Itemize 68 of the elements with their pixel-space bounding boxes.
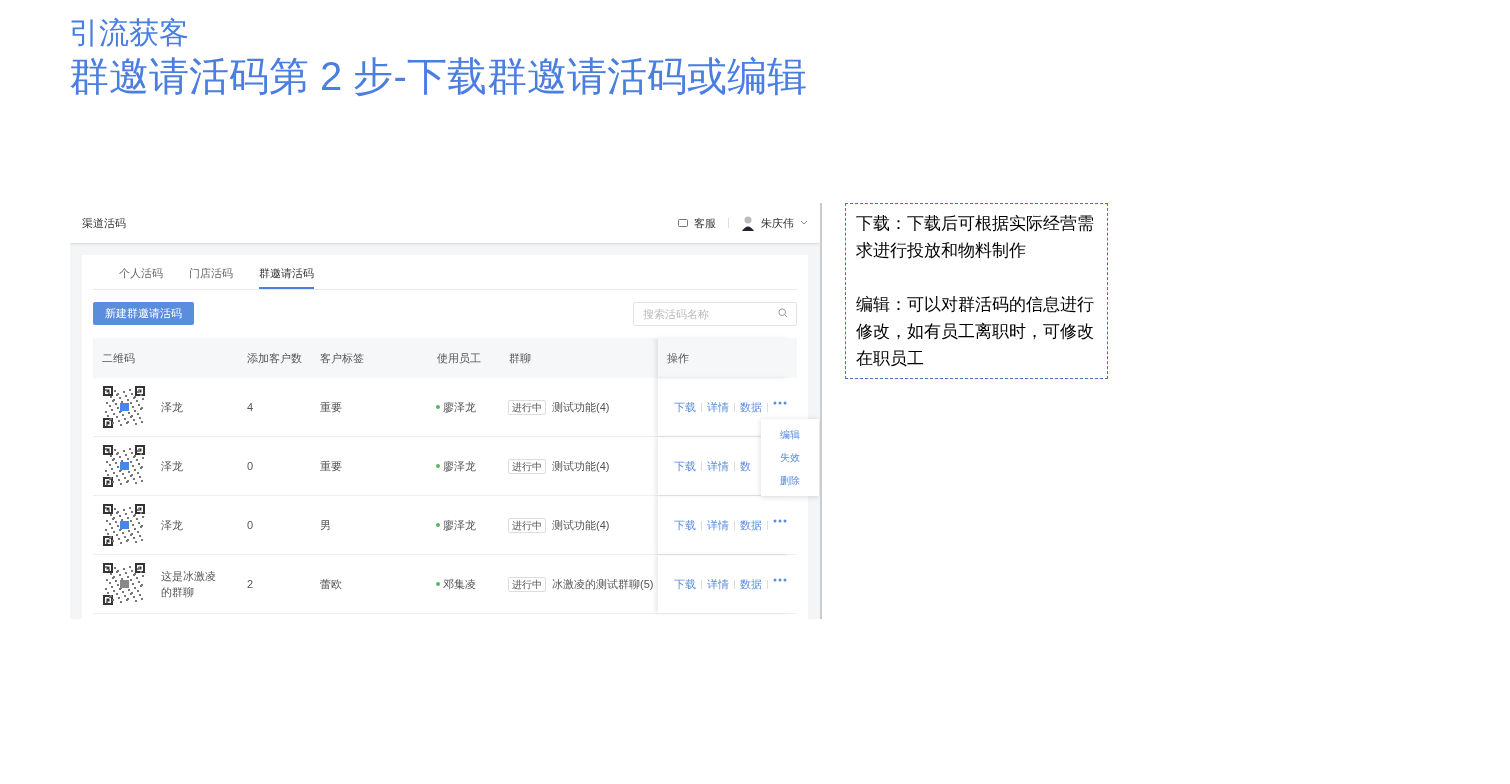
message-icon (678, 219, 688, 227)
search-icon (778, 308, 788, 318)
more-icon[interactable] (773, 578, 787, 582)
action-link[interactable]: 下载 (674, 398, 696, 416)
table-cell-text: 0 (246, 517, 255, 533)
note-text: 下载：下载后可根据实际经营需求进行投放和物料制作 (856, 213, 1095, 262)
note-text: 编辑：可以对群活码的信息进行修改，如有员工离职时，可修改在职员工 (856, 294, 1095, 370)
more-icon[interactable] (773, 401, 787, 405)
status-tag: 进行中 (508, 517, 546, 533)
table-cell-text: 0 (246, 458, 255, 474)
action-link[interactable]: 数据 (740, 575, 762, 593)
column-header: 群聊 (508, 350, 532, 366)
qr-code (103, 563, 145, 605)
action-link[interactable]: 详情 (707, 575, 729, 593)
table-cell-text: 泽龙 (161, 400, 184, 415)
table-cell-text: 邓集凌 (443, 576, 476, 592)
qr-code (103, 504, 145, 546)
action-link[interactable]: 详情 (707, 398, 729, 416)
table-cell-text: 廖泽龙 (443, 458, 476, 474)
table-cell-text: 廖泽龙 (443, 399, 476, 415)
column-header: 使用员工 (436, 350, 482, 366)
action-link[interactable]: 详情 (707, 516, 729, 534)
column-header: 添加客户数 (246, 350, 303, 366)
table-cell-text: 蕾欧 (319, 576, 343, 592)
status-tag: 进行中 (508, 458, 546, 474)
column-header: 二维码 (101, 350, 136, 366)
status-tag: 进行中 (508, 399, 546, 415)
support-link[interactable]: 客服 (694, 214, 716, 232)
table-cell-text: 重要 (319, 458, 343, 474)
search-field[interactable]: 搜索活码名称 (633, 302, 797, 326)
table-cell-text: 泽龙 (161, 518, 184, 533)
action-link[interactable]: 下载 (674, 575, 696, 593)
qr-code (103, 445, 145, 487)
new-button[interactable]: 新建群邀请活码 (93, 302, 194, 325)
table-cell-text: 男 (319, 517, 332, 533)
action-link[interactable]: 数据 (740, 516, 762, 534)
page-title: 渠道活码 (82, 215, 126, 231)
section-title: 引流获客 (69, 15, 190, 51)
table-cell-text: 冰激凌的测试群聊(5) (552, 576, 654, 592)
status-tag: 进行中 (508, 576, 546, 592)
slide-title: 群邀请活码第 2 步-下载群邀请活码或编辑 (69, 53, 808, 100)
chevron-down-icon (800, 220, 808, 226)
action-link[interactable]: 下载 (674, 516, 696, 534)
table-cell-text: 测试功能(4) (552, 517, 610, 533)
action-link[interactable]: 详情 (707, 457, 729, 475)
action-link[interactable]: 数据 (740, 398, 762, 416)
menu-item[interactable]: 删除 (780, 469, 800, 492)
menu-item[interactable]: 编辑 (780, 423, 800, 446)
table-cell-text: 重要 (319, 399, 343, 415)
qr-code (103, 386, 145, 428)
action-link[interactable]: 数 (740, 457, 751, 475)
more-icon[interactable] (773, 519, 787, 523)
avatar-icon (741, 215, 755, 231)
table-cell-text: 这是冰激凌的群聊 (161, 569, 217, 600)
table-cell-text: 测试功能(4) (552, 458, 610, 474)
user-name[interactable]: 朱庆伟 (761, 214, 794, 232)
table-cell-text: 测试功能(4) (552, 399, 610, 415)
tab[interactable]: 门店活码 (189, 264, 233, 289)
column-header: 客户标签 (319, 350, 365, 366)
tab[interactable]: 群邀请活码 (259, 264, 314, 289)
action-link[interactable]: 下载 (674, 457, 696, 475)
tab[interactable]: 个人活码 (119, 264, 163, 289)
table-cell-text: 2 (246, 576, 255, 592)
table-cell-text: 廖泽龙 (443, 517, 476, 533)
menu-item[interactable]: 失效 (780, 446, 800, 469)
column-header: 操作 (658, 338, 789, 378)
table-cell-text: 泽龙 (161, 459, 184, 474)
table-cell-text: 4 (246, 399, 255, 415)
